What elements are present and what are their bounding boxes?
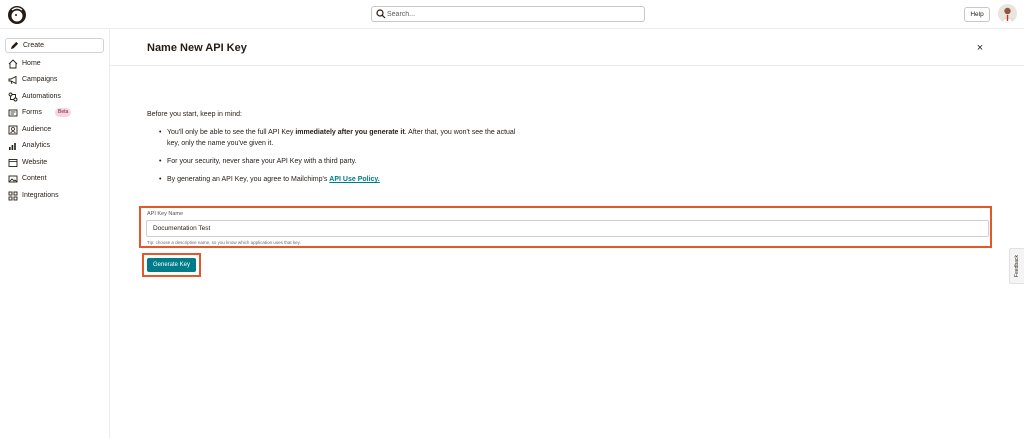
api-key-name-label: API Key Name: [147, 211, 184, 217]
create-button[interactable]: Create: [5, 38, 104, 53]
list-item: • You'll only be able to see the full AP…: [159, 127, 519, 149]
search-box[interactable]: [371, 6, 645, 22]
header-divider: [110, 65, 1024, 66]
forms-icon: [8, 109, 18, 117]
page-title: Name New API Key: [147, 42, 247, 54]
bullet-dot: •: [159, 176, 162, 183]
mailchimp-logo-icon[interactable]: [7, 5, 27, 25]
feedback-label: Feedback: [1014, 255, 1020, 277]
sidebar-item-audience[interactable]: Audience: [8, 124, 108, 137]
generate-key-button[interactable]: Generate Key: [147, 258, 196, 272]
feedback-tab[interactable]: Feedback: [1009, 248, 1024, 284]
sidebar-item-home[interactable]: Home: [8, 58, 108, 71]
automations-icon: [8, 92, 18, 102]
integrations-icon: [8, 191, 18, 201]
sidebar-item-label: Analytics: [22, 142, 51, 149]
megaphone-icon: [8, 75, 17, 85]
generate-key-highlight: Generate Key: [142, 253, 201, 277]
sidebar-item-label: Website: [22, 159, 48, 166]
website-icon: [8, 159, 18, 167]
create-label: Create: [23, 42, 45, 49]
sidebar-item-automations[interactable]: Automations: [8, 91, 108, 104]
list-item: • By generating an API Key, you agree to…: [159, 174, 519, 185]
bullet-text: For your security, never share your API …: [167, 158, 357, 165]
sidebar-item-website[interactable]: Website: [8, 157, 108, 170]
top-bar: Help: [0, 0, 1024, 29]
api-use-policy-link[interactable]: API Use Policy.: [329, 176, 379, 183]
bullet-dot: •: [159, 129, 162, 136]
user-avatar[interactable]: [998, 4, 1017, 23]
bullet-emphasis: immediately after you generate it: [295, 129, 405, 136]
sidebar-item-label: Integrations: [22, 192, 59, 199]
sidebar-item-analytics[interactable]: Analytics: [8, 140, 108, 153]
search-input[interactable]: [387, 8, 637, 20]
sidebar-item-label: Campaigns: [22, 76, 58, 83]
api-key-name-input[interactable]: [146, 220, 989, 237]
search-icon: [376, 9, 386, 19]
sidebar-item-forms[interactable]: Forms Beta: [8, 107, 108, 120]
content-icon: [8, 175, 18, 183]
bullet-text: You'll only be able to see the full API …: [167, 129, 296, 136]
help-button[interactable]: Help: [964, 7, 990, 22]
sidebar-item-label: Forms: [22, 109, 42, 116]
close-icon[interactable]: ×: [974, 42, 986, 54]
api-key-name-field-group: API Key Name Tip: choose a descriptive n…: [139, 206, 992, 248]
pencil-icon: [10, 41, 19, 50]
sidebar-item-integrations[interactable]: Integrations: [8, 190, 108, 203]
beta-badge: Beta: [55, 108, 72, 117]
sidebar-item-content[interactable]: Content: [8, 173, 108, 186]
bullet-dot: •: [159, 158, 162, 165]
field-tip: Tip: choose a descriptive name, so you k…: [147, 240, 301, 245]
sidebar-item-label: Automations: [22, 93, 61, 100]
sidebar-item-label: Content: [22, 175, 47, 182]
home-icon: [8, 59, 18, 69]
intro-text: Before you start, keep in mind:: [147, 111, 242, 118]
sidebar-item-label: Audience: [22, 126, 52, 133]
audience-icon: [8, 125, 18, 135]
analytics-icon: [9, 143, 16, 150]
sidebar-item-label: Home: [22, 60, 41, 67]
sidebar-item-campaigns[interactable]: Campaigns: [8, 74, 108, 87]
list-item: • For your security, never share your AP…: [159, 156, 519, 167]
bullet-text: By generating an API Key, you agree to M…: [167, 176, 330, 183]
sidebar: Create Home Campaigns Automations Forms …: [0, 29, 110, 438]
guidelines-list: • You'll only be able to see the full AP…: [159, 127, 519, 192]
